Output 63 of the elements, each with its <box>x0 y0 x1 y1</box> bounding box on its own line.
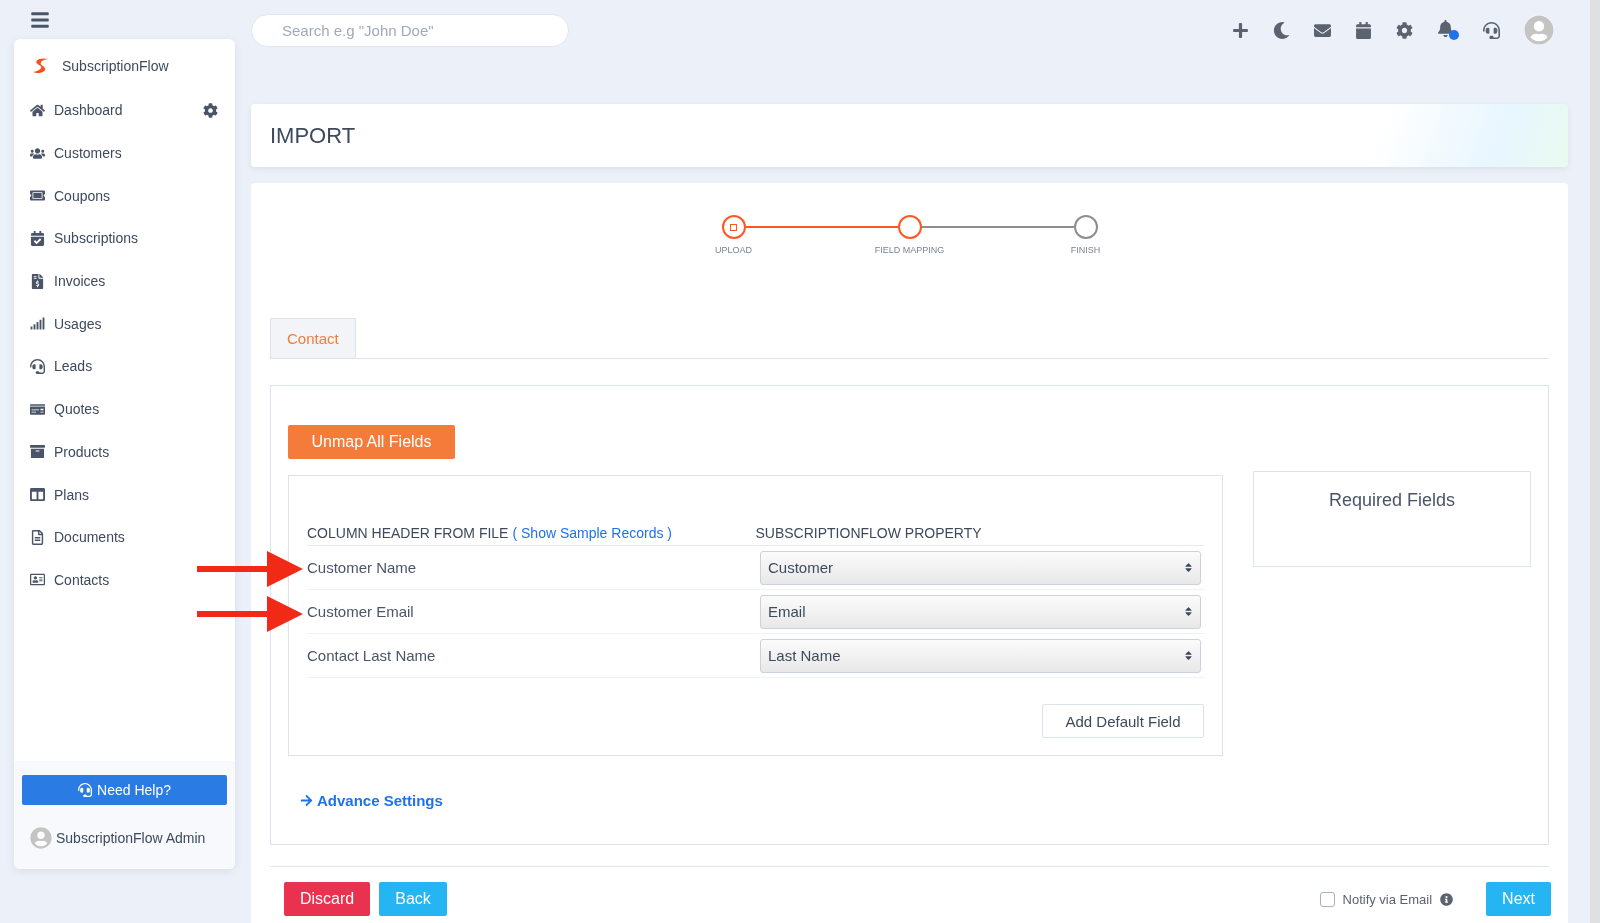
sort-arrows-icon <box>1183 562 1194 573</box>
property-select[interactable]: Last Name <box>760 638 1201 673</box>
notify-checkbox[interactable] <box>1319 891 1335 907</box>
property-select[interactable]: Email <box>760 594 1201 629</box>
search-field[interactable]: Search e.g "John Doe" <box>251 13 569 47</box>
page-title: IMPORT <box>270 122 356 149</box>
users-icon <box>30 145 46 161</box>
sort-arrows-icon <box>1183 606 1194 617</box>
sidebar-item[interactable]: Quotes <box>14 387 235 431</box>
calendar-icon[interactable] <box>1355 21 1372 39</box>
sidebar-item[interactable]: Subscriptions <box>14 217 235 260</box>
need-help-button[interactable]: Need Help? <box>22 775 227 805</box>
scrollbar[interactable] <box>1590 0 1600 923</box>
bell-icon[interactable] <box>1437 20 1459 40</box>
archive-icon <box>30 444 46 460</box>
sidebar-item[interactable]: Contacts <box>14 558 235 602</box>
info-icon[interactable] <box>1440 892 1454 906</box>
moon-icon[interactable] <box>1273 21 1290 39</box>
source-field-label: Contact Last Name <box>307 647 437 664</box>
columns-icon <box>30 487 46 503</box>
ticket-icon <box>30 188 46 204</box>
sidebar-item[interactable]: Invoices <box>14 259 235 303</box>
add-default-field-button[interactable]: Add Default Field <box>1042 704 1204 738</box>
headset-icon[interactable] <box>1483 21 1500 39</box>
address-card-icon <box>30 572 46 588</box>
column-header: COLUMN HEADER FROM FILE <box>307 524 509 541</box>
avatar-icon <box>30 827 52 849</box>
advance-settings-link[interactable]: Advance Settings <box>300 792 443 809</box>
home-icon <box>30 102 46 118</box>
calendar-check-icon <box>30 230 46 246</box>
arrow-right-icon <box>300 794 313 807</box>
sidebar-item[interactable]: Plans <box>14 473 235 516</box>
show-sample-records-link[interactable]: ( Show Sample Records ) <box>512 524 672 541</box>
source-field-label: Customer Name <box>307 559 418 576</box>
sidebar-item[interactable]: Leads <box>14 345 235 388</box>
mail-icon[interactable] <box>1314 21 1331 39</box>
settings-icon[interactable] <box>203 102 219 118</box>
document-icon <box>30 529 46 545</box>
card-icon <box>30 401 46 417</box>
sidebar-item[interactable]: Dashboard <box>14 89 235 132</box>
column-header: SUBSCRIPTIONFLOW PROPERTY <box>755 524 983 541</box>
step-label: FIELD MAPPING <box>874 245 945 255</box>
brand-name: SubscriptionFlow <box>62 58 169 74</box>
discard-button[interactable]: Discard <box>284 882 371 916</box>
step-label: UPLOAD <box>715 245 752 255</box>
checkbox-label: Notify via Email <box>1342 891 1433 907</box>
sort-arrows-icon <box>1183 650 1194 661</box>
plus-icon[interactable] <box>1232 21 1249 39</box>
headset-icon <box>78 783 93 797</box>
sidebar-item[interactable]: Usages <box>14 302 235 346</box>
headset-icon <box>30 358 46 374</box>
sidebar-item[interactable]: Documents <box>14 515 235 559</box>
property-select[interactable]: Customer <box>760 550 1201 585</box>
source-field-label: Customer Email <box>307 603 415 620</box>
sidebar-item[interactable]: Products <box>14 430 235 474</box>
step-label: FINISH <box>1070 245 1101 255</box>
sidebar-item[interactable]: Customers <box>14 131 235 175</box>
sidebar-item[interactable]: Coupons <box>14 174 235 218</box>
settings-icon[interactable] <box>1396 21 1413 39</box>
panel-title: Required Fields <box>1328 490 1456 512</box>
user-name: SubscriptionFlow Admin <box>56 830 206 846</box>
invoice-icon <box>30 273 46 289</box>
signal-bars-icon <box>30 316 46 332</box>
